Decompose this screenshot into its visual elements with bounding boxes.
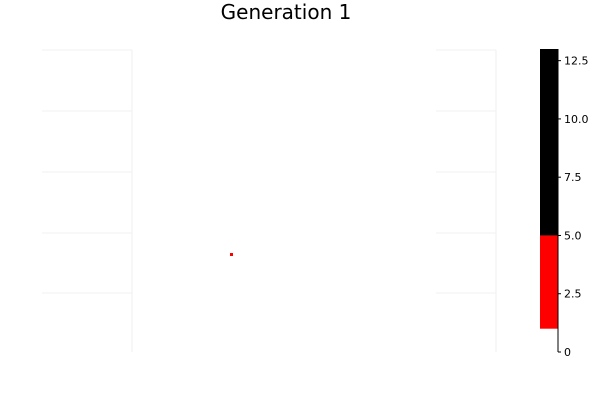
- chart-canvas: Generation 1 0 2.5 5.0 7.5 10.0 12.5: [0, 0, 600, 400]
- colorbar-band: [540, 235, 558, 329]
- colorbar-tick-label: 12.5: [564, 55, 589, 68]
- colorbar-tick-label: 5.0: [564, 229, 582, 242]
- heatmap-cells: [230, 253, 233, 256]
- colorbar-band: [540, 49, 558, 236]
- chart-title: Generation 1: [221, 0, 352, 24]
- heatmap-chart: Generation 1 0 2.5 5.0 7.5 10.0 12.5: [42, 0, 589, 359]
- grid-hlines-right: [436, 49, 496, 294]
- colorbar-tick-label: 0: [564, 346, 571, 359]
- grid-lines: [42, 49, 497, 352]
- colorbar-tick-label: 10.0: [564, 113, 589, 126]
- colorbar: 0 2.5 5.0 7.5 10.0 12.5: [540, 49, 589, 359]
- colorbar-tick-label: 2.5: [564, 288, 582, 301]
- grid-hlines-left: [42, 49, 132, 294]
- colorbar-tick-label: 7.5: [564, 171, 582, 184]
- heatmap-cell: [230, 253, 233, 256]
